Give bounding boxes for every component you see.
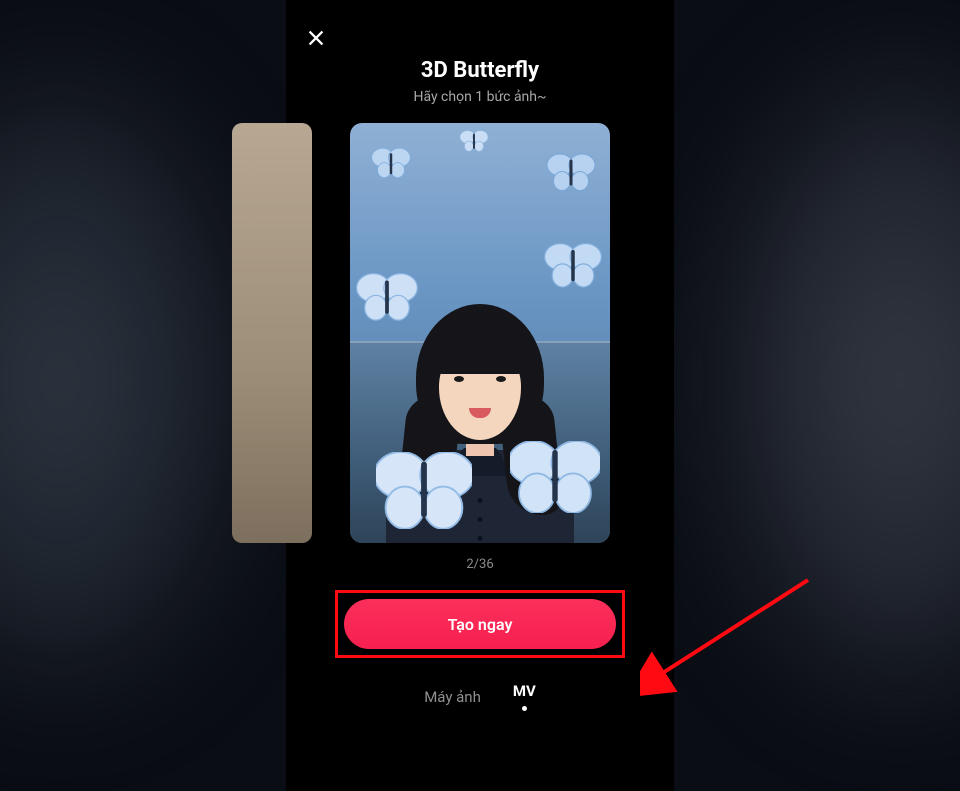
preview-card[interactable] <box>350 123 610 543</box>
butterfly-icon <box>546 153 596 193</box>
butterfly-icon <box>356 273 418 323</box>
preview-carousel[interactable] <box>286 123 674 543</box>
butterfly-icon <box>370 147 412 181</box>
preview-counter: 2/36 <box>466 557 493 572</box>
cta-highlight-box: Tạo ngay <box>335 590 625 658</box>
mode-tabs: Máy ảnh MV <box>424 682 536 711</box>
template-title: 3D Butterfly <box>421 58 539 83</box>
butterfly-icon <box>510 441 600 513</box>
background-blur-right <box>720 70 960 690</box>
template-panel: 3D Butterfly Hãy chọn 1 bức ảnh~ <box>286 0 674 791</box>
preview-previous-slide[interactable] <box>232 123 312 543</box>
butterfly-icon <box>376 452 472 529</box>
close-icon[interactable] <box>302 24 330 52</box>
template-subtitle: Hãy chọn 1 bức ảnh~ <box>413 89 546 105</box>
tab-camera[interactable]: Máy ảnh <box>424 688 481 706</box>
create-now-button[interactable]: Tạo ngay <box>344 599 616 649</box>
tab-active-dot <box>522 706 527 711</box>
background-blur-left <box>0 80 240 680</box>
tab-mv[interactable]: MV <box>513 682 536 700</box>
butterfly-icon <box>458 129 490 155</box>
butterfly-icon <box>544 243 602 289</box>
